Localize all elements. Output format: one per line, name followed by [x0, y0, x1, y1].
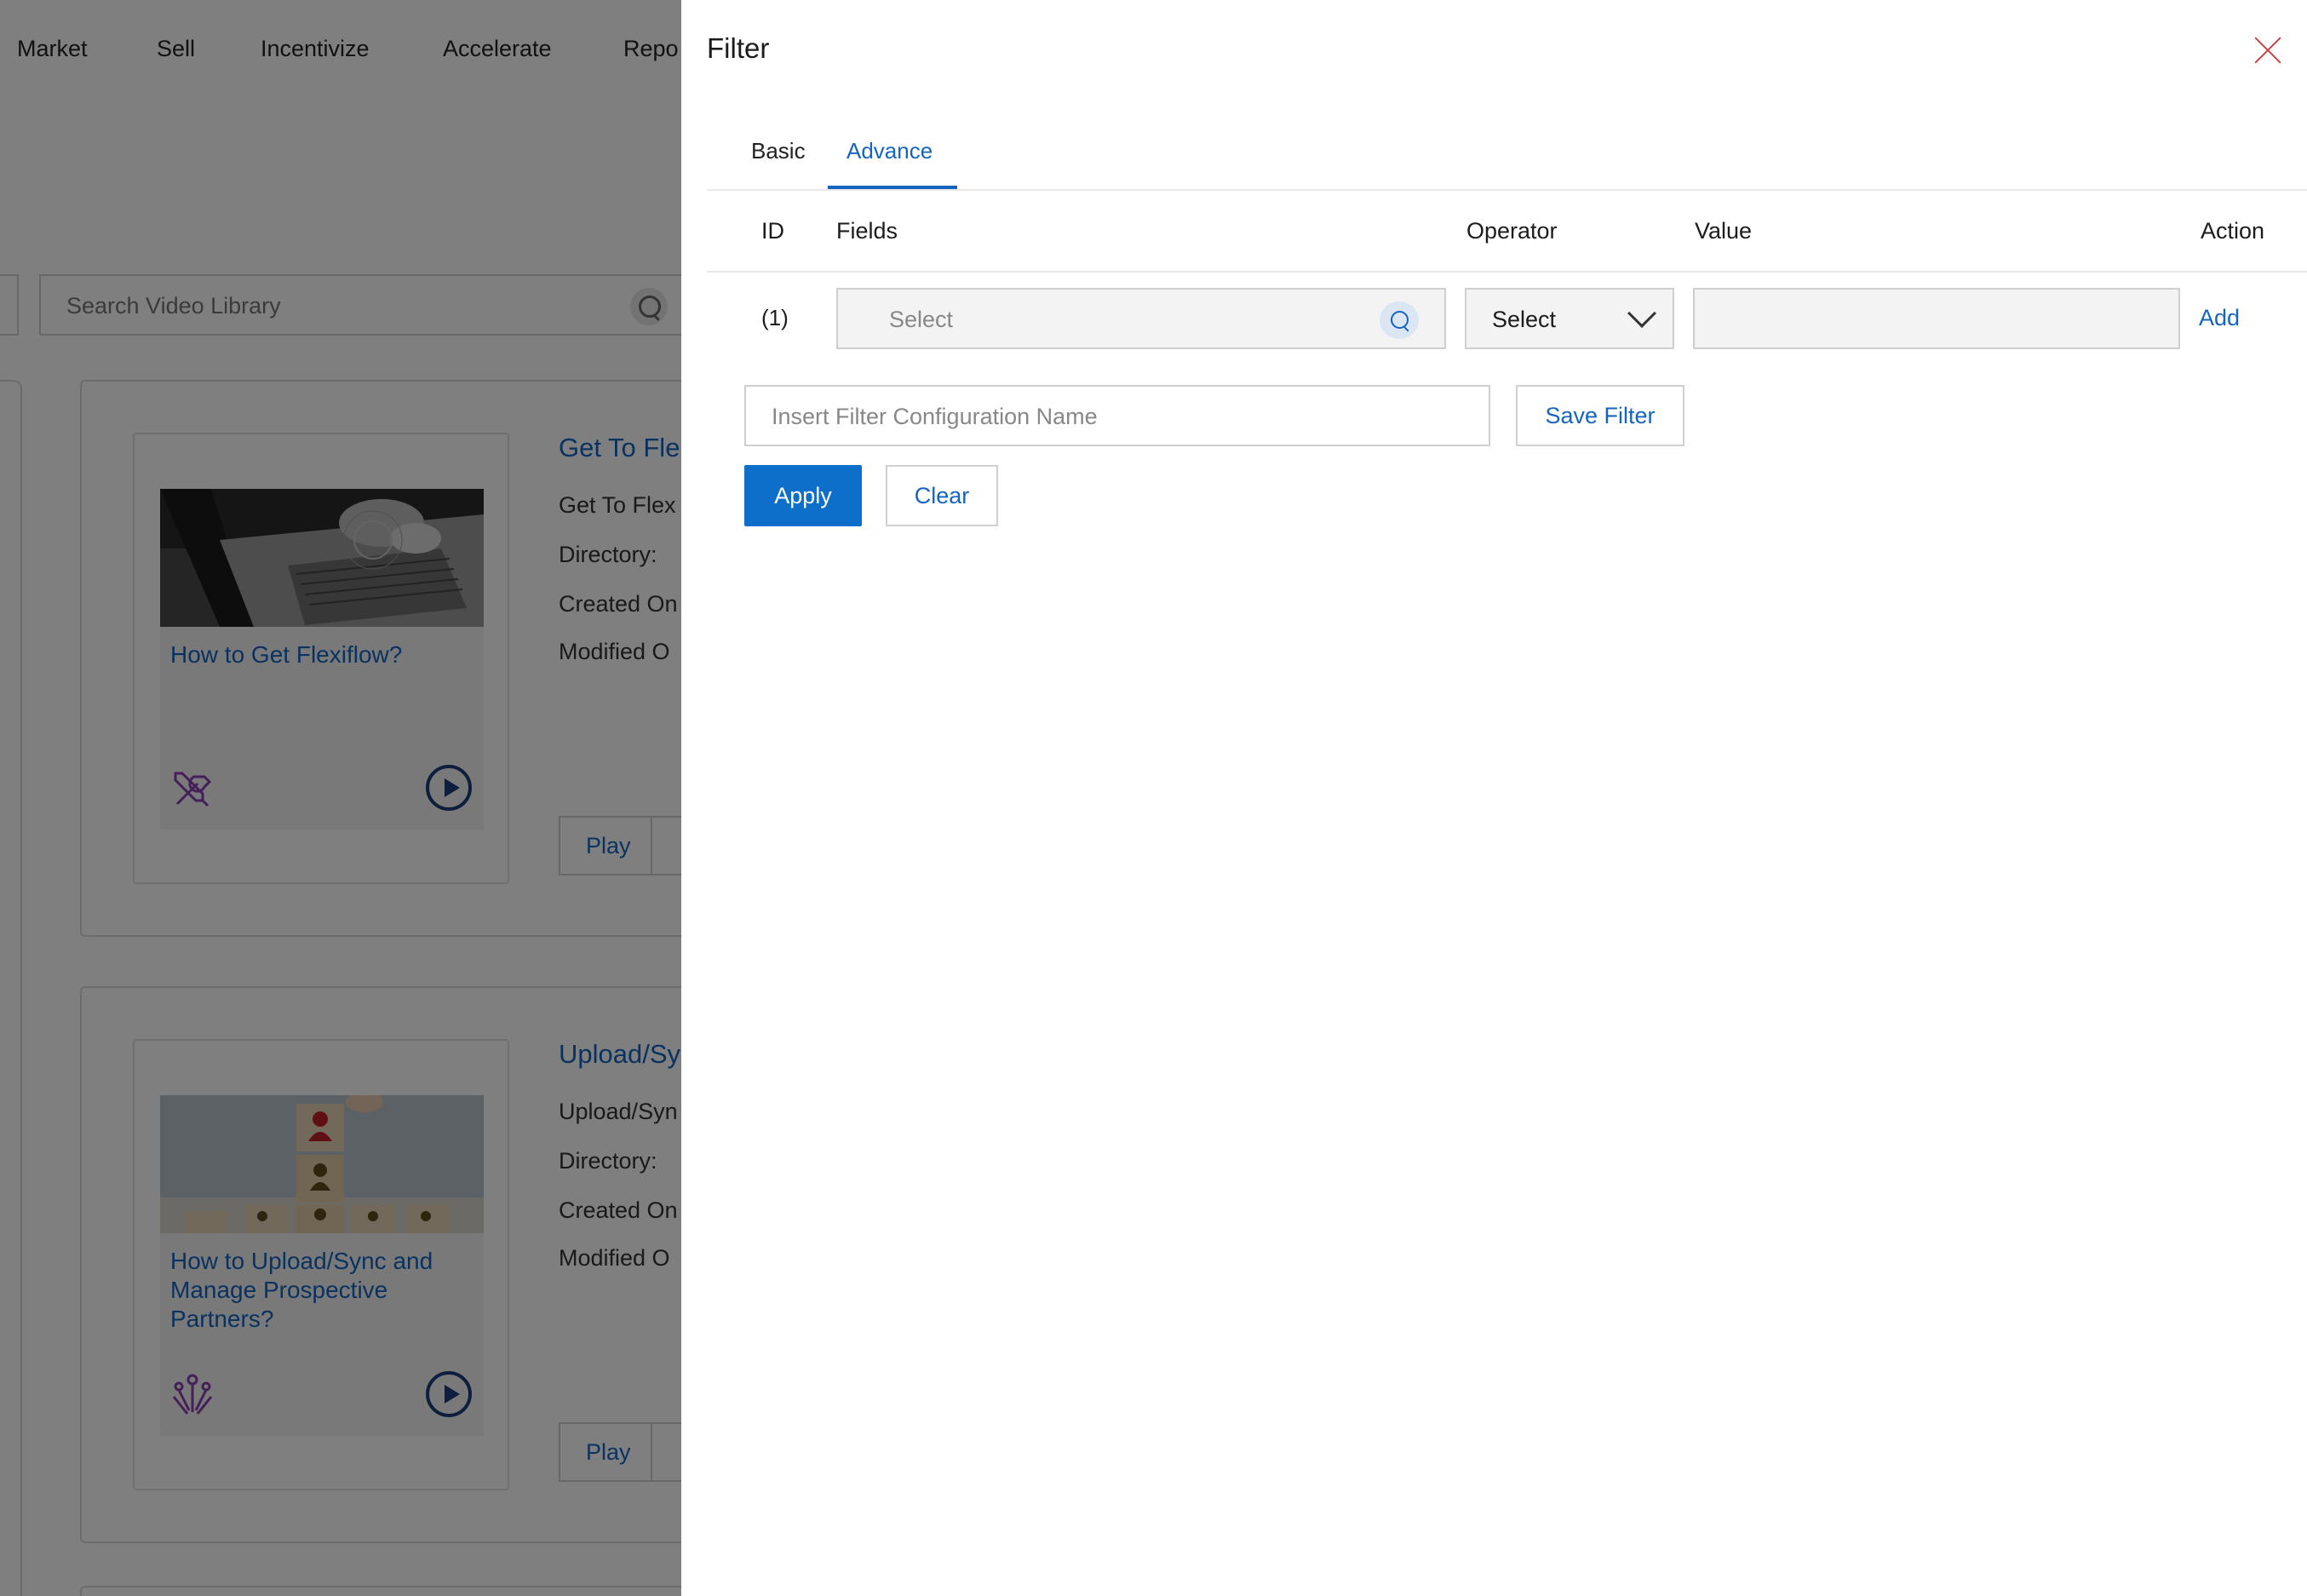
fields-select[interactable]: Select [836, 288, 1446, 349]
column-header-action: Action [2201, 218, 2265, 244]
filter-panel: Filter Basic Advance ID Fields Operator … [681, 0, 2307, 1596]
save-filter-button[interactable]: Save Filter [1516, 385, 1684, 446]
chevron-down-icon [1627, 299, 1656, 328]
tabs-divider [707, 189, 2307, 191]
header-divider [707, 271, 2307, 273]
operator-select[interactable]: Select [1465, 288, 1674, 349]
row-id: (1) [761, 305, 789, 330]
column-header-operator: Operator [1466, 218, 1558, 244]
column-header-fields: Fields [836, 218, 898, 244]
add-filter-link[interactable]: Add [2199, 305, 2240, 331]
tab-advance[interactable]: Advance [846, 138, 933, 164]
column-header-value: Value [1695, 218, 1753, 244]
filter-config-name-placeholder: Insert Filter Configuration Name [772, 404, 1098, 429]
value-input[interactable] [1693, 288, 2180, 349]
apply-button[interactable]: Apply [744, 465, 862, 526]
clear-button[interactable]: Clear [886, 465, 998, 526]
tab-basic[interactable]: Basic [751, 138, 806, 164]
operator-select-value: Select [1492, 307, 1557, 332]
modal-overlay[interactable] [0, 0, 681, 1596]
close-icon[interactable] [2253, 36, 2282, 65]
fields-select-placeholder: Select [889, 307, 954, 332]
panel-title: Filter [707, 32, 770, 64]
column-header-id: ID [761, 218, 784, 244]
filter-config-name-input[interactable]: Insert Filter Configuration Name [744, 385, 1490, 446]
search-icon[interactable] [1380, 301, 1419, 339]
